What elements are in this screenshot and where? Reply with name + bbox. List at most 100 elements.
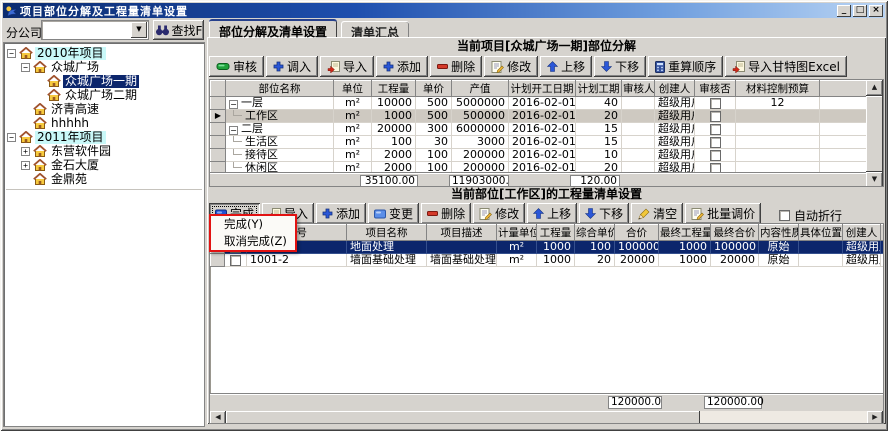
audited-checkbox[interactable]: [710, 150, 721, 161]
part-row[interactable]: −一层m²1000050050000002016-02-0140超级用户12: [211, 97, 869, 110]
scrollbar-thumb[interactable]: [866, 96, 883, 172]
move-up-button[interactable]: 上移: [527, 203, 577, 224]
scroll-down-icon[interactable]: ▼: [866, 172, 883, 187]
import-gantt-excel-button[interactable]: 导入甘特图Excel: [725, 56, 847, 77]
tree-item[interactable]: +金石大厦: [5, 158, 204, 172]
part-row[interactable]: −二层m²2000030060000002016-02-0115超级用户: [211, 123, 869, 136]
scroll-right-icon[interactable]: ▶: [867, 411, 883, 424]
boq-row[interactable]: ▶地面处理m²10001001000001000100000原始超级用户: [211, 241, 885, 254]
final-total-cell: 20000: [711, 254, 759, 267]
audited-checkbox[interactable]: [710, 98, 721, 109]
scroll-up-icon[interactable]: ▲: [866, 80, 883, 96]
part-row[interactable]: 生活区m²1003030002016-02-0115超级用户: [211, 136, 869, 149]
chevron-down-icon[interactable]: ▼: [131, 22, 147, 38]
value-cell: 200000: [452, 149, 509, 162]
part-name: 一层: [241, 97, 263, 110]
tab-list-summary[interactable]: 清单汇总: [341, 21, 409, 37]
move-down-button[interactable]: 下移: [594, 56, 646, 77]
tree-item[interactable]: −2011年项目: [5, 130, 204, 144]
complete-checkbox[interactable]: [230, 255, 241, 266]
button-label: 删除: [441, 205, 465, 222]
audited-checkbox[interactable]: [710, 111, 721, 122]
modify-button[interactable]: 修改: [473, 203, 525, 224]
final-qty-cell: 1000: [659, 241, 711, 254]
final-total-cell: 100000: [711, 241, 759, 254]
auto-wrap-checkbox[interactable]: [779, 210, 790, 221]
price-cell: 500: [416, 97, 452, 110]
boq-grid: 编号项目名称项目描述计量单位工程量综合单价合价最终工程量最终合价内容性质具体位置…: [210, 224, 884, 267]
company-label: 分公司: [6, 24, 42, 41]
recalc-order-button[interactable]: 重算顺序: [648, 56, 723, 77]
collapse-toggle-icon[interactable]: −: [7, 49, 16, 58]
row-selector[interactable]: [211, 136, 226, 149]
row-selector[interactable]: [211, 123, 226, 136]
boq-row[interactable]: 1001-2墙面基础处理墙面基础处理m²10002020000100020000…: [211, 254, 885, 267]
row-selector[interactable]: [211, 97, 226, 110]
unit-cell: m²: [334, 123, 372, 136]
row-selector[interactable]: [211, 149, 226, 162]
part-row[interactable]: ▶工作区m²10005005000002016-02-0120超级用户: [211, 110, 869, 123]
close-button[interactable]: ×: [869, 5, 883, 17]
horizontal-scrollbar[interactable]: ◀ ▶: [210, 411, 883, 424]
collapse-toggle-icon[interactable]: −: [21, 63, 30, 72]
tree-item[interactable]: 众城广场二期: [5, 88, 204, 102]
minimize-button[interactable]: _: [837, 5, 851, 17]
audited-checkbox[interactable]: [710, 124, 721, 135]
boq-grid-container: 编号项目名称项目描述计量单位工程量综合单价合价最终工程量最终合价内容性质具体位置…: [209, 223, 884, 424]
tab-part-breakdown[interactable]: 部位分解及清单设置: [209, 19, 337, 37]
audited-checkbox[interactable]: [710, 137, 721, 148]
row-selector[interactable]: [211, 254, 225, 267]
upper-summary-row: 35100.00 11903000. 120.00: [210, 172, 883, 187]
maximize-button[interactable]: □: [853, 5, 867, 17]
expand-toggle-icon[interactable]: +: [21, 147, 30, 156]
unit-cell: m²: [497, 241, 537, 254]
delete-button[interactable]: 删除: [430, 56, 482, 77]
scroll-left-icon[interactable]: ◀: [210, 411, 226, 424]
scrollbar-thumb[interactable]: [226, 411, 700, 424]
qty-cell: 1000: [537, 254, 575, 267]
add-button[interactable]: 添加: [376, 56, 428, 77]
tree-item[interactable]: −2010年项目: [5, 46, 204, 60]
total-cell: 100000: [615, 241, 659, 254]
part-row[interactable]: 接待区m²20001002000002016-02-0110超级用户: [211, 149, 869, 162]
import-button[interactable]: 导入: [320, 56, 374, 77]
item-name-cell: 地面处理: [347, 241, 427, 254]
tree-item[interactable]: +东营软件园: [5, 144, 204, 158]
tree-item[interactable]: hhhhh: [5, 116, 204, 130]
collapse-toggle-icon[interactable]: −: [7, 133, 16, 142]
collapse-toggle-icon[interactable]: −: [229, 100, 238, 109]
tree-item-label: 众城广场二期: [63, 89, 139, 102]
expand-toggle-icon[interactable]: +: [21, 161, 30, 170]
menu-item[interactable]: 完成(Y): [211, 216, 295, 233]
audit-button[interactable]: 审核: [209, 56, 264, 77]
column-filler: [820, 81, 869, 97]
value-cell: 6000000: [452, 123, 509, 136]
duration-cell: 10: [576, 149, 622, 162]
tree-connector: [233, 162, 242, 168]
company-input[interactable]: [43, 22, 129, 38]
move-down-button[interactable]: 下移: [579, 203, 629, 224]
collapse-toggle-icon[interactable]: −: [229, 126, 238, 135]
location-cell: [799, 254, 843, 267]
move-up-button[interactable]: 上移: [540, 56, 592, 77]
tree-item[interactable]: 济青高速: [5, 102, 204, 116]
tree-item[interactable]: −众城广场: [5, 60, 204, 74]
house-icon: [33, 145, 47, 157]
delete-button[interactable]: 删除: [421, 203, 471, 224]
tree-item[interactable]: 众城广场一期: [5, 74, 204, 88]
load-in-button[interactable]: 调入: [266, 56, 318, 77]
column-header: 审核否: [695, 81, 736, 97]
add-button[interactable]: 添加: [316, 203, 366, 224]
vertical-scrollbar[interactable]: ▲ ▼: [866, 80, 883, 187]
row-selector[interactable]: ▶: [211, 110, 226, 123]
column-header: 部位名称: [226, 81, 334, 97]
batch-price-button[interactable]: 批量调价: [685, 203, 761, 224]
modify-button[interactable]: 修改: [484, 56, 538, 77]
clear-button[interactable]: 清空: [631, 203, 683, 224]
company-combobox[interactable]: ▼: [41, 20, 149, 40]
creator-cell: 超级用户: [655, 97, 695, 110]
change-button[interactable]: 变更: [368, 203, 419, 224]
find-button[interactable]: 查找F: [153, 20, 204, 40]
tree-item[interactable]: 金鼎苑: [5, 172, 204, 186]
menu-item[interactable]: 取消完成(Z): [211, 233, 295, 250]
